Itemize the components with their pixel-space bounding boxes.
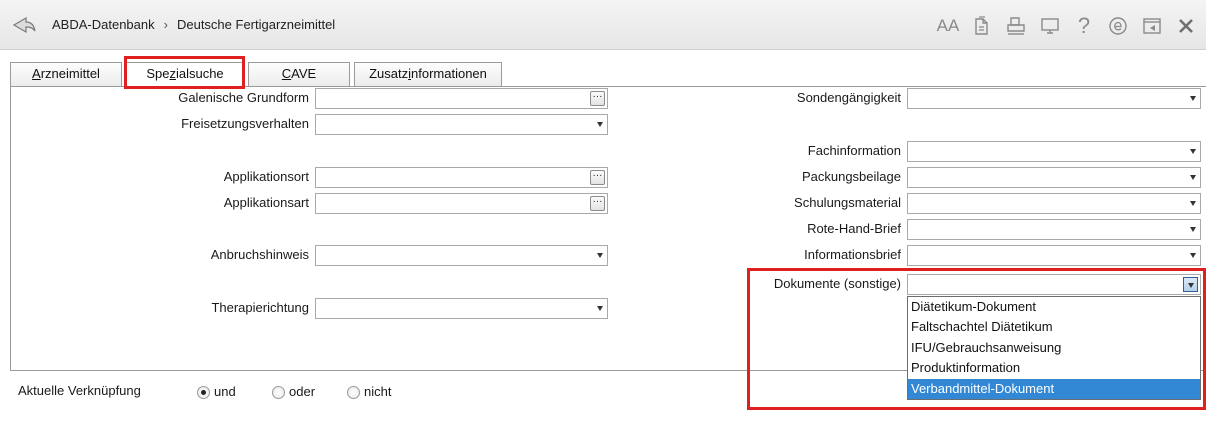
- tab-label-part: Zusatz: [369, 66, 409, 81]
- back-arrow-icon[interactable]: [12, 15, 36, 35]
- select-packungsbeilage[interactable]: [907, 167, 1201, 188]
- breadcrumb: ABDA-Datenbank › Deutsche Fertigarzneimitt…: [52, 17, 335, 32]
- tab-mnemonic: A: [32, 66, 41, 81]
- select-sondengaengigkeit[interactable]: [907, 88, 1201, 109]
- radio-label-und[interactable]: und: [214, 384, 236, 399]
- label-therapierichtung: Therapierichtung: [211, 300, 309, 315]
- input-applikationsart[interactable]: ···: [315, 193, 608, 214]
- radio-label-nicht[interactable]: nicht: [364, 384, 391, 399]
- label-informationsbrief: Informationsbrief: [804, 247, 901, 262]
- label-applikationsart: Applikationsart: [223, 195, 309, 210]
- tab-cave[interactable]: CAVE: [248, 62, 350, 86]
- label-galenische-grundform: Galenische Grundform: [178, 90, 309, 105]
- ellipsis-button[interactable]: ···: [590, 170, 605, 185]
- label-sondengaengigkeit: Sondengängigkeit: [796, 90, 901, 105]
- chevron-down-icon: [1190, 96, 1196, 101]
- label-anbruchshinweis: Anbruchshinweis: [210, 247, 309, 262]
- breadcrumb-root[interactable]: ABDA-Datenbank: [52, 17, 155, 32]
- ellipsis-button[interactable]: ···: [590, 196, 605, 211]
- chevron-down-icon: [1190, 253, 1196, 258]
- chevron-down-icon: [1190, 149, 1196, 154]
- document-icon[interactable]: [970, 14, 994, 38]
- breadcrumb-current: Deutsche Fertigarzneimittel: [176, 17, 336, 32]
- radio-oder[interactable]: [272, 386, 285, 399]
- print-icon[interactable]: [1004, 14, 1028, 38]
- text-size-icon[interactable]: AA: [936, 14, 960, 38]
- select-freisetzungsverhalten[interactable]: [315, 114, 608, 135]
- select-therapierichtung[interactable]: [315, 298, 608, 319]
- input-applikationsort[interactable]: ···: [315, 167, 608, 188]
- chevron-down-icon: [597, 253, 603, 258]
- tab-label-part: nformationen: [411, 66, 487, 81]
- label-aktuelle-verknuepfung: Aktuelle Verknüpfung: [18, 383, 141, 398]
- highlight-tab-spezialsuche: [124, 56, 245, 89]
- chevron-down-icon: [597, 122, 603, 127]
- label-packungsbeilage: Packungsbeilage: [801, 169, 901, 184]
- select-informationsbrief[interactable]: [907, 245, 1201, 266]
- chevron-down-icon: [1190, 175, 1196, 180]
- breadcrumb-separator: ›: [163, 17, 168, 32]
- monitor-icon[interactable]: [1038, 14, 1062, 38]
- chevron-down-icon: [1190, 201, 1196, 206]
- select-schulungsmaterial[interactable]: [907, 193, 1201, 214]
- label-applikationsort: Applikationsort: [223, 169, 309, 184]
- tab-mnemonic: C: [281, 66, 292, 81]
- tab-label-part: AVE: [291, 66, 317, 81]
- close-icon[interactable]: [1174, 14, 1198, 38]
- label-rote-hand-brief: Rote-Hand-Brief: [807, 221, 901, 236]
- tab-zusatzinformationen[interactable]: Zusatzinformationen: [354, 62, 502, 86]
- label-fachinformation: Fachinformation: [807, 143, 901, 158]
- label-freisetzungsverhalten: Freisetzungsverhalten: [181, 116, 309, 131]
- radio-nicht[interactable]: [347, 386, 360, 399]
- ellipsis-button[interactable]: ···: [590, 91, 605, 106]
- window-icon[interactable]: [1140, 14, 1164, 38]
- chevron-down-icon: [597, 306, 603, 311]
- title-bar: ABDA-Datenbank › Deutsche Fertigarzneimitt…: [0, 0, 1206, 50]
- e-icon[interactable]: [1106, 14, 1130, 38]
- chevron-down-icon: [1190, 227, 1196, 232]
- highlight-dokumente-dropdown: [747, 268, 1206, 410]
- tab-label-part: rzneimittel: [40, 66, 100, 81]
- help-icon[interactable]: ?: [1072, 13, 1096, 38]
- select-fachinformation[interactable]: [907, 141, 1201, 162]
- select-anbruchshinweis[interactable]: [315, 245, 608, 266]
- tab-arzneimittel[interactable]: Arzneimittel: [10, 62, 122, 86]
- input-galenische-grundform[interactable]: ···: [315, 88, 608, 109]
- label-schulungsmaterial: Schulungsmaterial: [794, 195, 901, 210]
- toolbar: AA ?: [926, 13, 1198, 39]
- select-rote-hand-brief[interactable]: [907, 219, 1201, 240]
- radio-label-oder[interactable]: oder: [289, 384, 315, 399]
- radio-und[interactable]: [197, 386, 210, 399]
